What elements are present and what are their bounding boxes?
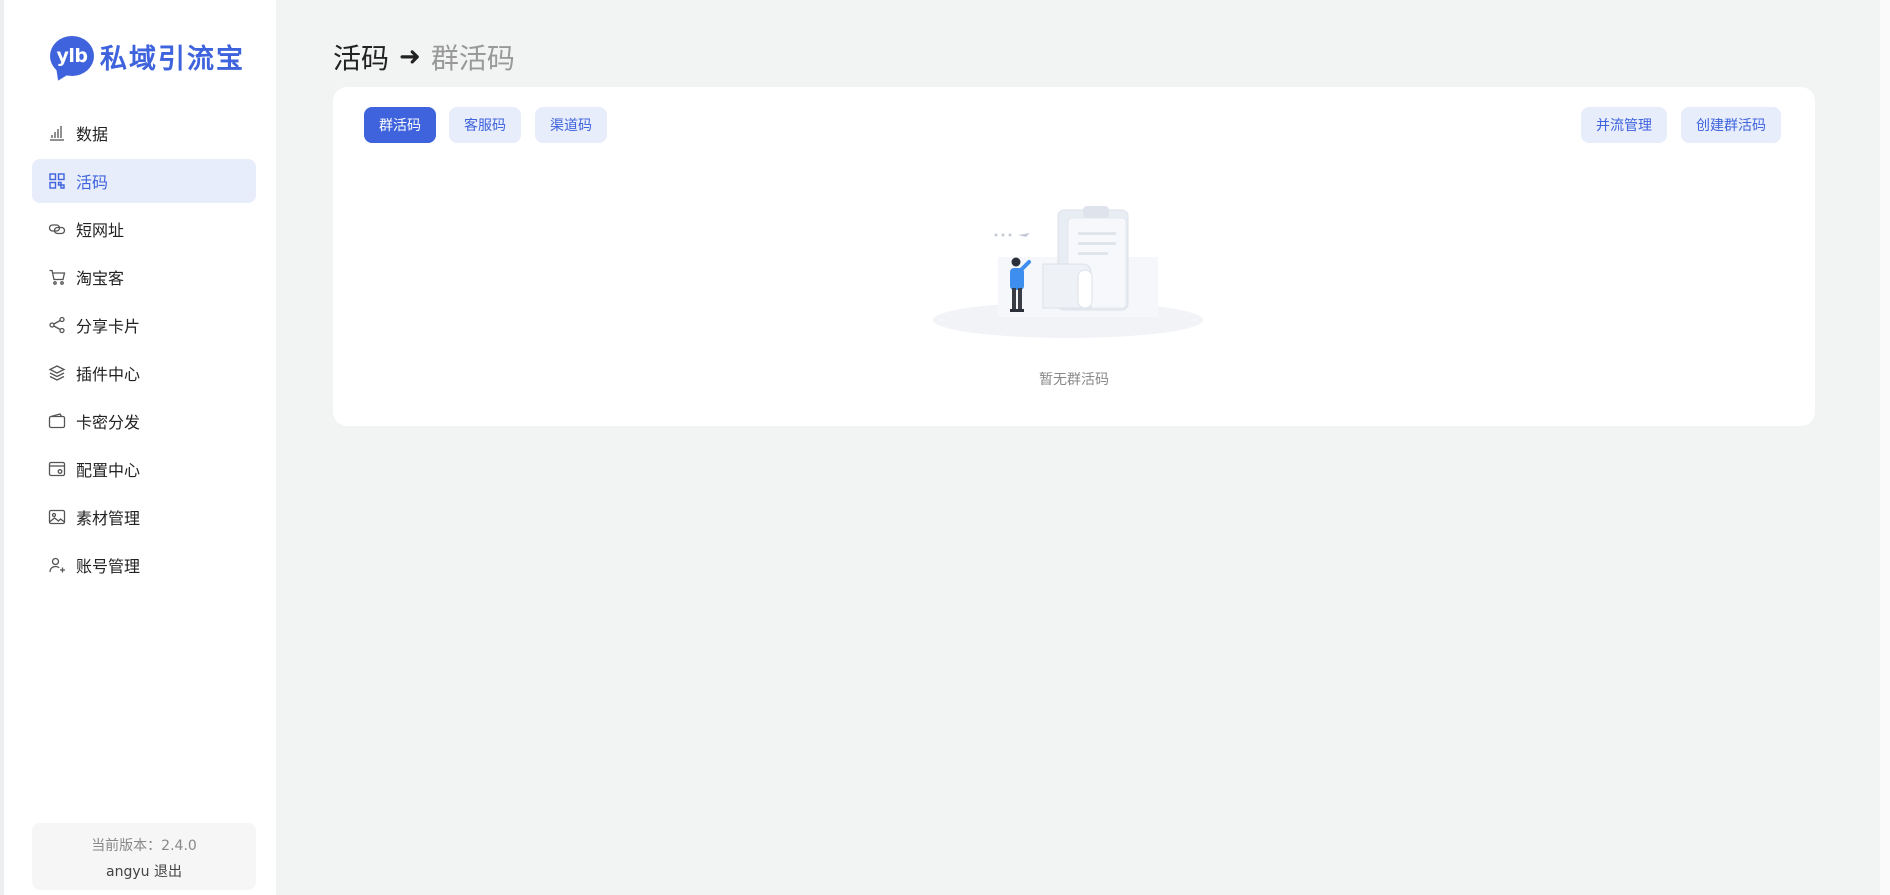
- sidebar-item-share-card[interactable]: 分享卡片: [32, 303, 256, 347]
- share-icon: [48, 316, 66, 334]
- empty-state-text: 暂无群活码: [1039, 372, 1109, 388]
- content-card: 群活码 客服码 渠道码 并流管理 创建群活码 暂无群活码: [333, 87, 1815, 426]
- app: ylb 私域引流宝 数据 活码 短网址 淘宝客 分享卡片 插件中心 卡密分发 配…: [0, 0, 1890, 895]
- sidebar-item-config[interactable]: 配置中心: [32, 447, 256, 491]
- sidebar-item-short-url[interactable]: 短网址: [32, 207, 256, 251]
- sidebar-nav: 数据 活码 短网址 淘宝客 分享卡片 插件中心 卡密分发 配置中心 素材管理 账…: [32, 111, 256, 591]
- logo-badge: ylb: [50, 36, 94, 76]
- sidebar-item-plugins[interactable]: 插件中心: [32, 351, 256, 395]
- logout-link[interactable]: 退出: [154, 864, 182, 880]
- qrcode-icon: [48, 172, 66, 190]
- sidebar-item-label: 淘宝客: [76, 269, 125, 288]
- sidebar-item-qrcode[interactable]: 活码: [32, 159, 256, 203]
- logo[interactable]: ylb 私域引流宝: [50, 35, 245, 77]
- empty-illustration: [928, 202, 1218, 342]
- sidebar-item-label: 素材管理: [76, 509, 141, 528]
- user-add-icon: [48, 556, 66, 574]
- sidebar-item-label: 数据: [76, 125, 109, 144]
- sidebar-item-label: 账号管理: [76, 557, 141, 576]
- sidebar-item-data[interactable]: 数据: [32, 111, 256, 155]
- merge-manage-button[interactable]: 并流管理: [1581, 107, 1667, 143]
- breadcrumb-current: 群活码: [430, 42, 515, 75]
- breadcrumb-root: 活码: [333, 42, 390, 75]
- sidebar-item-label: 卡密分发: [76, 413, 141, 432]
- tab-channel-qrcode[interactable]: 渠道码: [535, 107, 607, 143]
- sidebar-item-label: 活码: [76, 173, 109, 192]
- arrow-right-icon: ➜: [399, 42, 421, 72]
- sidebar-item-label: 插件中心: [76, 365, 141, 384]
- sidebar: ylb 私域引流宝 数据 活码 短网址 淘宝客 分享卡片 插件中心 卡密分发 配…: [0, 0, 276, 895]
- tab-service-qrcode[interactable]: 客服码: [449, 107, 521, 143]
- image-icon: [48, 508, 66, 526]
- sidebar-item-materials[interactable]: 素材管理: [32, 495, 256, 539]
- logo-text: 私域引流宝: [100, 43, 245, 75]
- layers-icon: [48, 364, 66, 382]
- page-title: 活码 ➜ 群活码: [333, 37, 515, 77]
- create-group-qrcode-button[interactable]: 创建群活码: [1681, 107, 1781, 143]
- version-box: 当前版本：2.4.0 angyu 退出: [32, 823, 256, 890]
- tab-group-qrcode[interactable]: 群活码: [364, 107, 436, 143]
- window-edge: [1880, 0, 1890, 895]
- version-label: 当前版本：2.4.0: [91, 838, 197, 854]
- sidebar-item-label: 配置中心: [76, 461, 141, 480]
- cart-icon: [48, 268, 66, 286]
- link-icon: [48, 220, 66, 238]
- sidebar-item-card-dist[interactable]: 卡密分发: [32, 399, 256, 443]
- config-icon: [48, 460, 66, 478]
- bar-chart-icon: [48, 124, 66, 142]
- sidebar-item-label: 分享卡片: [76, 317, 141, 336]
- username: angyu: [106, 864, 150, 880]
- sidebar-item-taobaoke[interactable]: 淘宝客: [32, 255, 256, 299]
- user-line: angyu 退出: [32, 861, 256, 881]
- wallet-icon: [48, 412, 66, 430]
- sidebar-item-accounts[interactable]: 账号管理: [32, 543, 256, 587]
- sidebar-item-label: 短网址: [76, 221, 125, 240]
